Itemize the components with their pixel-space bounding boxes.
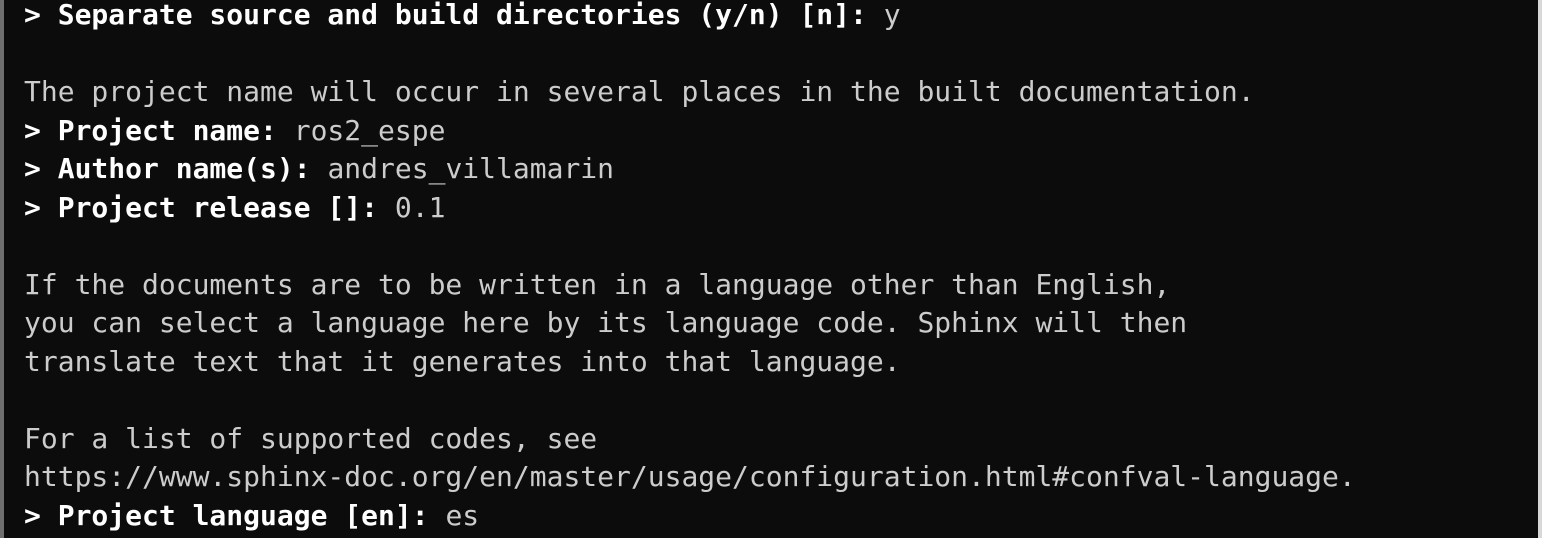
window-right-edge: [1538, 0, 1542, 538]
output-line: The project name will occur in several p…: [24, 75, 1255, 108]
output-line: https://www.sphinx-doc.org/en/master/usa…: [24, 460, 1356, 493]
prompt-line: > Project name: ros2_espe: [24, 112, 1502, 151]
prompt-text: > Project language [en]:: [24, 498, 446, 532]
prompt-answer: andres_villamarin: [327, 152, 615, 185]
prompt-answer: ros2_espe: [293, 113, 446, 147]
terminal-window[interactable]: > Separate source and build directories …: [0, 0, 1542, 538]
prompt-answer: es: [445, 498, 480, 532]
output-line: If the documents are to be written in a …: [24, 267, 1171, 301]
window-left-edge: [0, 0, 4, 538]
prompt-text: > Separate source and build directories …: [24, 0, 884, 31]
terminal-output[interactable]: > Separate source and build directories …: [24, 0, 1502, 535]
prompt-line: > Author name(s): andres_villamarin: [24, 150, 1502, 189]
prompt-text: > Project name:: [24, 113, 294, 147]
prompt-text: > Project release []:: [24, 190, 395, 224]
prompt-text: > Author name(s):: [24, 152, 328, 185]
prompt-answer: 0.1: [394, 190, 446, 224]
output-line: For a list of supported codes, see: [24, 421, 598, 455]
prompt-answer: y: [883, 0, 901, 31]
prompt-line: > Project language [en]: es: [24, 497, 1502, 536]
prompt-line: > Project release []: 0.1: [24, 189, 1502, 228]
output-line: you can select a language here by its la…: [24, 306, 1188, 339]
prompt-line: > Separate source and build directories …: [24, 0, 1502, 35]
output-line: translate text that it generates into th…: [24, 344, 901, 378]
